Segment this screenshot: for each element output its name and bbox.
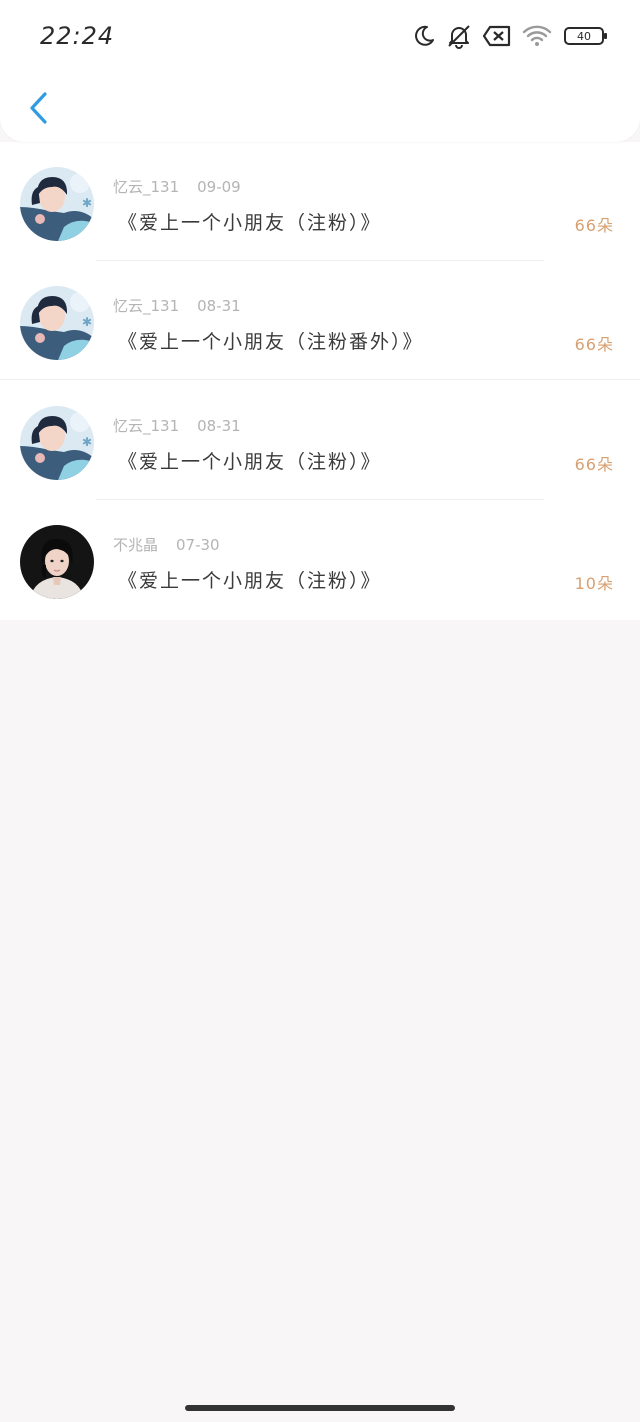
svg-text:✱: ✱	[82, 196, 92, 210]
list-item[interactable]: ✱ 忆云_131 08-31 《爱上一个小朋友（注粉）》 66朵	[0, 381, 640, 500]
wifi-icon	[522, 24, 552, 48]
svg-text:✱: ✱	[82, 435, 92, 449]
list-item[interactable]: ✱ 忆云_131 09-09 《爱上一个小朋友（注粉）》 66朵	[0, 142, 640, 261]
avatar-boy-image: ✱	[20, 167, 94, 241]
item-meta: 不兆晶 07-30	[113, 534, 220, 555]
username[interactable]: 忆云_131	[113, 417, 179, 435]
flower-count: 10朵	[574, 574, 614, 593]
avatar-boy-image: ✱	[20, 406, 94, 480]
list-item[interactable]: 不兆晶 07-30 《爱上一个小朋友（注粉）》 10朵	[0, 500, 640, 619]
status-time: 22:24	[40, 22, 115, 50]
item-meta: 忆云_131 08-31	[113, 415, 241, 436]
item-title: 《爱上一个小朋友（注粉番外）》	[118, 331, 424, 353]
avatar-girl-image	[20, 525, 94, 599]
avatar[interactable]	[20, 525, 94, 599]
flower-count: 66朵	[574, 216, 614, 235]
back-button[interactable]	[18, 86, 58, 130]
date: 09-09	[197, 178, 241, 196]
avatar[interactable]: ✱	[20, 406, 94, 480]
date: 08-31	[197, 417, 241, 435]
list-item[interactable]: ✱ 忆云_131 08-31 《爱上一个小朋友（注粉番外）》 66朵	[0, 261, 640, 380]
chevron-left-icon	[30, 92, 47, 124]
item-title: 《爱上一个小朋友（注粉）》	[118, 570, 382, 592]
gift-list: ✱ 忆云_131 09-09 《爱上一个小朋友（注粉）》 66朵 ✱ 忆云_13…	[0, 142, 640, 620]
avatar[interactable]: ✱	[20, 286, 94, 360]
item-meta: 忆云_131 08-31	[113, 295, 241, 316]
moon-icon	[412, 24, 436, 48]
divider	[0, 379, 640, 380]
item-title: 《爱上一个小朋友（注粉）》	[118, 451, 382, 473]
username[interactable]: 不兆晶	[113, 536, 158, 554]
top-header: 22:24 40	[0, 0, 640, 142]
flower-count: 66朵	[574, 335, 614, 354]
svg-text:✱: ✱	[82, 315, 92, 329]
no-sim-icon	[482, 24, 512, 48]
date: 08-31	[197, 297, 241, 315]
item-title: 《爱上一个小朋友（注粉）》	[118, 212, 382, 234]
bell-off-icon	[446, 23, 472, 49]
username[interactable]: 忆云_131	[113, 297, 179, 315]
avatar-boy-image: ✱	[20, 286, 94, 360]
date: 07-30	[176, 536, 220, 554]
avatar[interactable]: ✱	[20, 167, 94, 241]
username[interactable]: 忆云_131	[113, 178, 179, 196]
battery-icon: 40	[564, 27, 607, 45]
status-icons: 40	[412, 20, 607, 52]
item-meta: 忆云_131 09-09	[113, 176, 241, 197]
home-indicator[interactable]	[185, 1405, 455, 1411]
flower-count: 66朵	[574, 455, 614, 474]
